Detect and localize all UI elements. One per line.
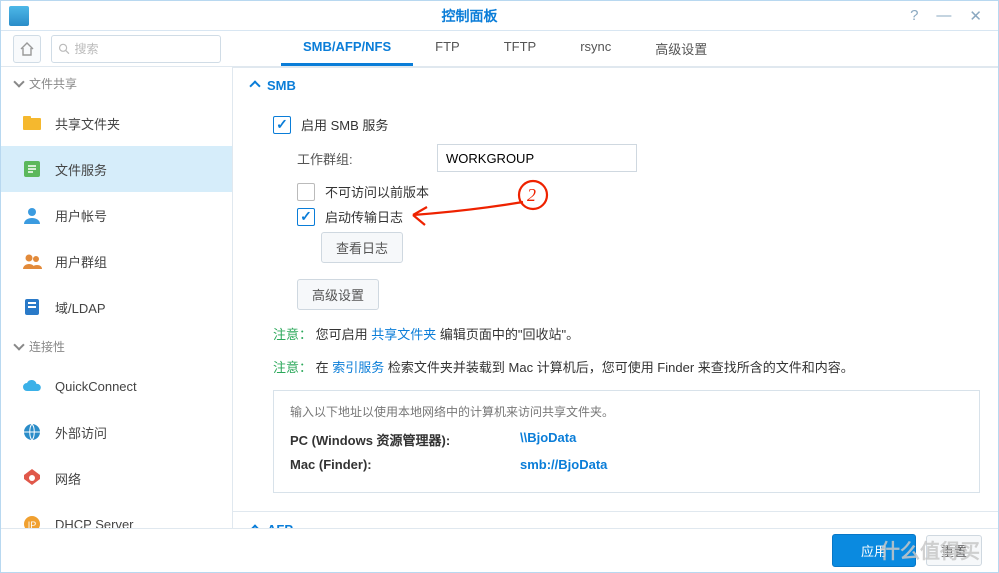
note-text: 检索文件夹并装载到 Mac 计算机后，您可使用 Finder 来查找所含的文件和… [388, 360, 854, 375]
content-panel: SMB 启用 SMB 服务 工作群组: 不可访问以前版本 启动传输日志 [233, 67, 998, 528]
checkbox-label: 启用 SMB 服务 [301, 115, 388, 134]
sidebar-item-label: 网络 [55, 469, 81, 488]
toolbar: SMB/AFP/NFS FTP TFTP rsync 高级设置 [1, 31, 998, 67]
folder-icon [21, 112, 43, 134]
sidebar-item-quickconnect[interactable]: QuickConnect [1, 363, 232, 409]
chevron-up-icon [249, 80, 260, 91]
shared-folder-link[interactable]: 共享文件夹 [371, 327, 436, 342]
workgroup-label: 工作群组: [297, 149, 437, 168]
sidebar-group-connectivity[interactable]: 连接性 [1, 330, 232, 363]
close-button[interactable]: ✕ [969, 7, 982, 25]
note-label: 注意： [273, 327, 312, 342]
sidebar-item-label: 文件服务 [55, 160, 107, 179]
pc-label: PC (Windows 资源管理器): [290, 430, 520, 449]
tab-ftp[interactable]: FTP [413, 31, 482, 66]
tab-advanced[interactable]: 高级设置 [633, 31, 729, 66]
window-buttons: ? — ✕ [910, 7, 998, 25]
sidebar-item-domain-ldap[interactable]: 域/LDAP [1, 284, 232, 330]
sidebar-group-label: 文件共享 [29, 75, 77, 92]
network-icon [21, 467, 43, 489]
reset-button[interactable]: 重置 [926, 535, 982, 566]
user-icon [21, 204, 43, 226]
section-afp-header[interactable]: AFP [233, 512, 998, 528]
chevron-down-icon [13, 76, 24, 87]
checkbox-no-prev-version[interactable] [297, 183, 315, 201]
pc-address[interactable]: \\BjoData [520, 430, 576, 449]
tab-tftp[interactable]: TFTP [482, 31, 559, 66]
sidebar-item-shared-folder[interactable]: 共享文件夹 [1, 100, 232, 146]
note-text: 编辑页面中的"回收站"。 [440, 327, 579, 342]
address-box: 输入以下地址以使用本地网络中的计算机来访问共享文件夹。 PC (Windows … [273, 390, 980, 493]
workgroup-input[interactable] [437, 144, 637, 172]
sidebar-group-label: 连接性 [29, 338, 65, 355]
footer: 应用 重置 [1, 528, 998, 572]
globe-icon [21, 421, 43, 443]
mac-address[interactable]: smb://BjoData [520, 457, 607, 472]
checkbox-enable-smb[interactable] [273, 116, 291, 134]
checkbox-label: 启动传输日志 [325, 207, 403, 226]
sidebar-item-user[interactable]: 用户帐号 [1, 192, 232, 238]
sidebar-item-dhcp[interactable]: IP DHCP Server [1, 501, 232, 528]
search-input[interactable] [75, 42, 214, 56]
apply-button[interactable]: 应用 [832, 534, 916, 567]
sidebar: 文件共享 共享文件夹 文件服务 用户帐号 用户群组 域/LDAP 连接性 Qu [1, 67, 233, 528]
sidebar-item-external-access[interactable]: 外部访问 [1, 409, 232, 455]
sidebar-group-fileshare[interactable]: 文件共享 [1, 67, 232, 100]
file-service-icon [21, 158, 43, 180]
tab-smb-afp-nfs[interactable]: SMB/AFP/NFS [281, 31, 413, 66]
search-box[interactable] [51, 35, 221, 63]
sidebar-item-label: DHCP Server [55, 517, 134, 529]
sidebar-item-label: 外部访问 [55, 423, 107, 442]
sidebar-item-label: QuickConnect [55, 379, 137, 394]
tabs: SMB/AFP/NFS FTP TFTP rsync 高级设置 [281, 31, 729, 66]
home-icon [19, 41, 35, 57]
checkbox-enable-transfer-log[interactable] [297, 208, 315, 226]
section-smb-header[interactable]: SMB [233, 68, 998, 103]
window-titlebar: 控制面板 ? — ✕ [1, 1, 998, 31]
sidebar-item-group[interactable]: 用户群组 [1, 238, 232, 284]
note-text: 您可启用 [316, 327, 372, 342]
sidebar-item-label: 用户帐号 [55, 206, 107, 225]
sidebar-item-network[interactable]: 网络 [1, 455, 232, 501]
view-log-button[interactable]: 查看日志 [321, 232, 403, 263]
svg-text:IP: IP [28, 520, 37, 528]
advanced-settings-button[interactable]: 高级设置 [297, 279, 379, 310]
help-button[interactable]: ? [910, 7, 918, 25]
search-icon [58, 42, 71, 56]
note-text: 在 [316, 360, 333, 375]
sidebar-item-label: 用户群组 [55, 252, 107, 271]
sidebar-item-label: 共享文件夹 [55, 114, 120, 133]
back-home-button[interactable] [13, 35, 41, 63]
note-label: 注意： [273, 360, 312, 375]
index-service-link[interactable]: 索引服务 [332, 360, 384, 375]
section-title: SMB [267, 78, 296, 93]
checkbox-label: 不可访问以前版本 [325, 182, 429, 201]
section-afp: AFP [233, 511, 998, 528]
cloud-icon [21, 375, 43, 397]
chevron-down-icon [13, 339, 24, 350]
sidebar-item-file-service[interactable]: 文件服务 [1, 146, 232, 192]
tab-rsync[interactable]: rsync [558, 31, 633, 66]
mac-label: Mac (Finder): [290, 457, 520, 472]
app-icon [9, 6, 29, 26]
dhcp-icon: IP [21, 513, 43, 528]
ldap-icon [21, 296, 43, 318]
group-icon [21, 250, 43, 272]
window-title: 控制面板 [29, 6, 910, 26]
section-smb: SMB 启用 SMB 服务 工作群组: 不可访问以前版本 启动传输日志 [233, 67, 998, 511]
address-hint: 输入以下地址以使用本地网络中的计算机来访问共享文件夹。 [290, 403, 963, 420]
sidebar-item-label: 域/LDAP [55, 298, 106, 317]
minimize-button[interactable]: — [936, 7, 951, 25]
